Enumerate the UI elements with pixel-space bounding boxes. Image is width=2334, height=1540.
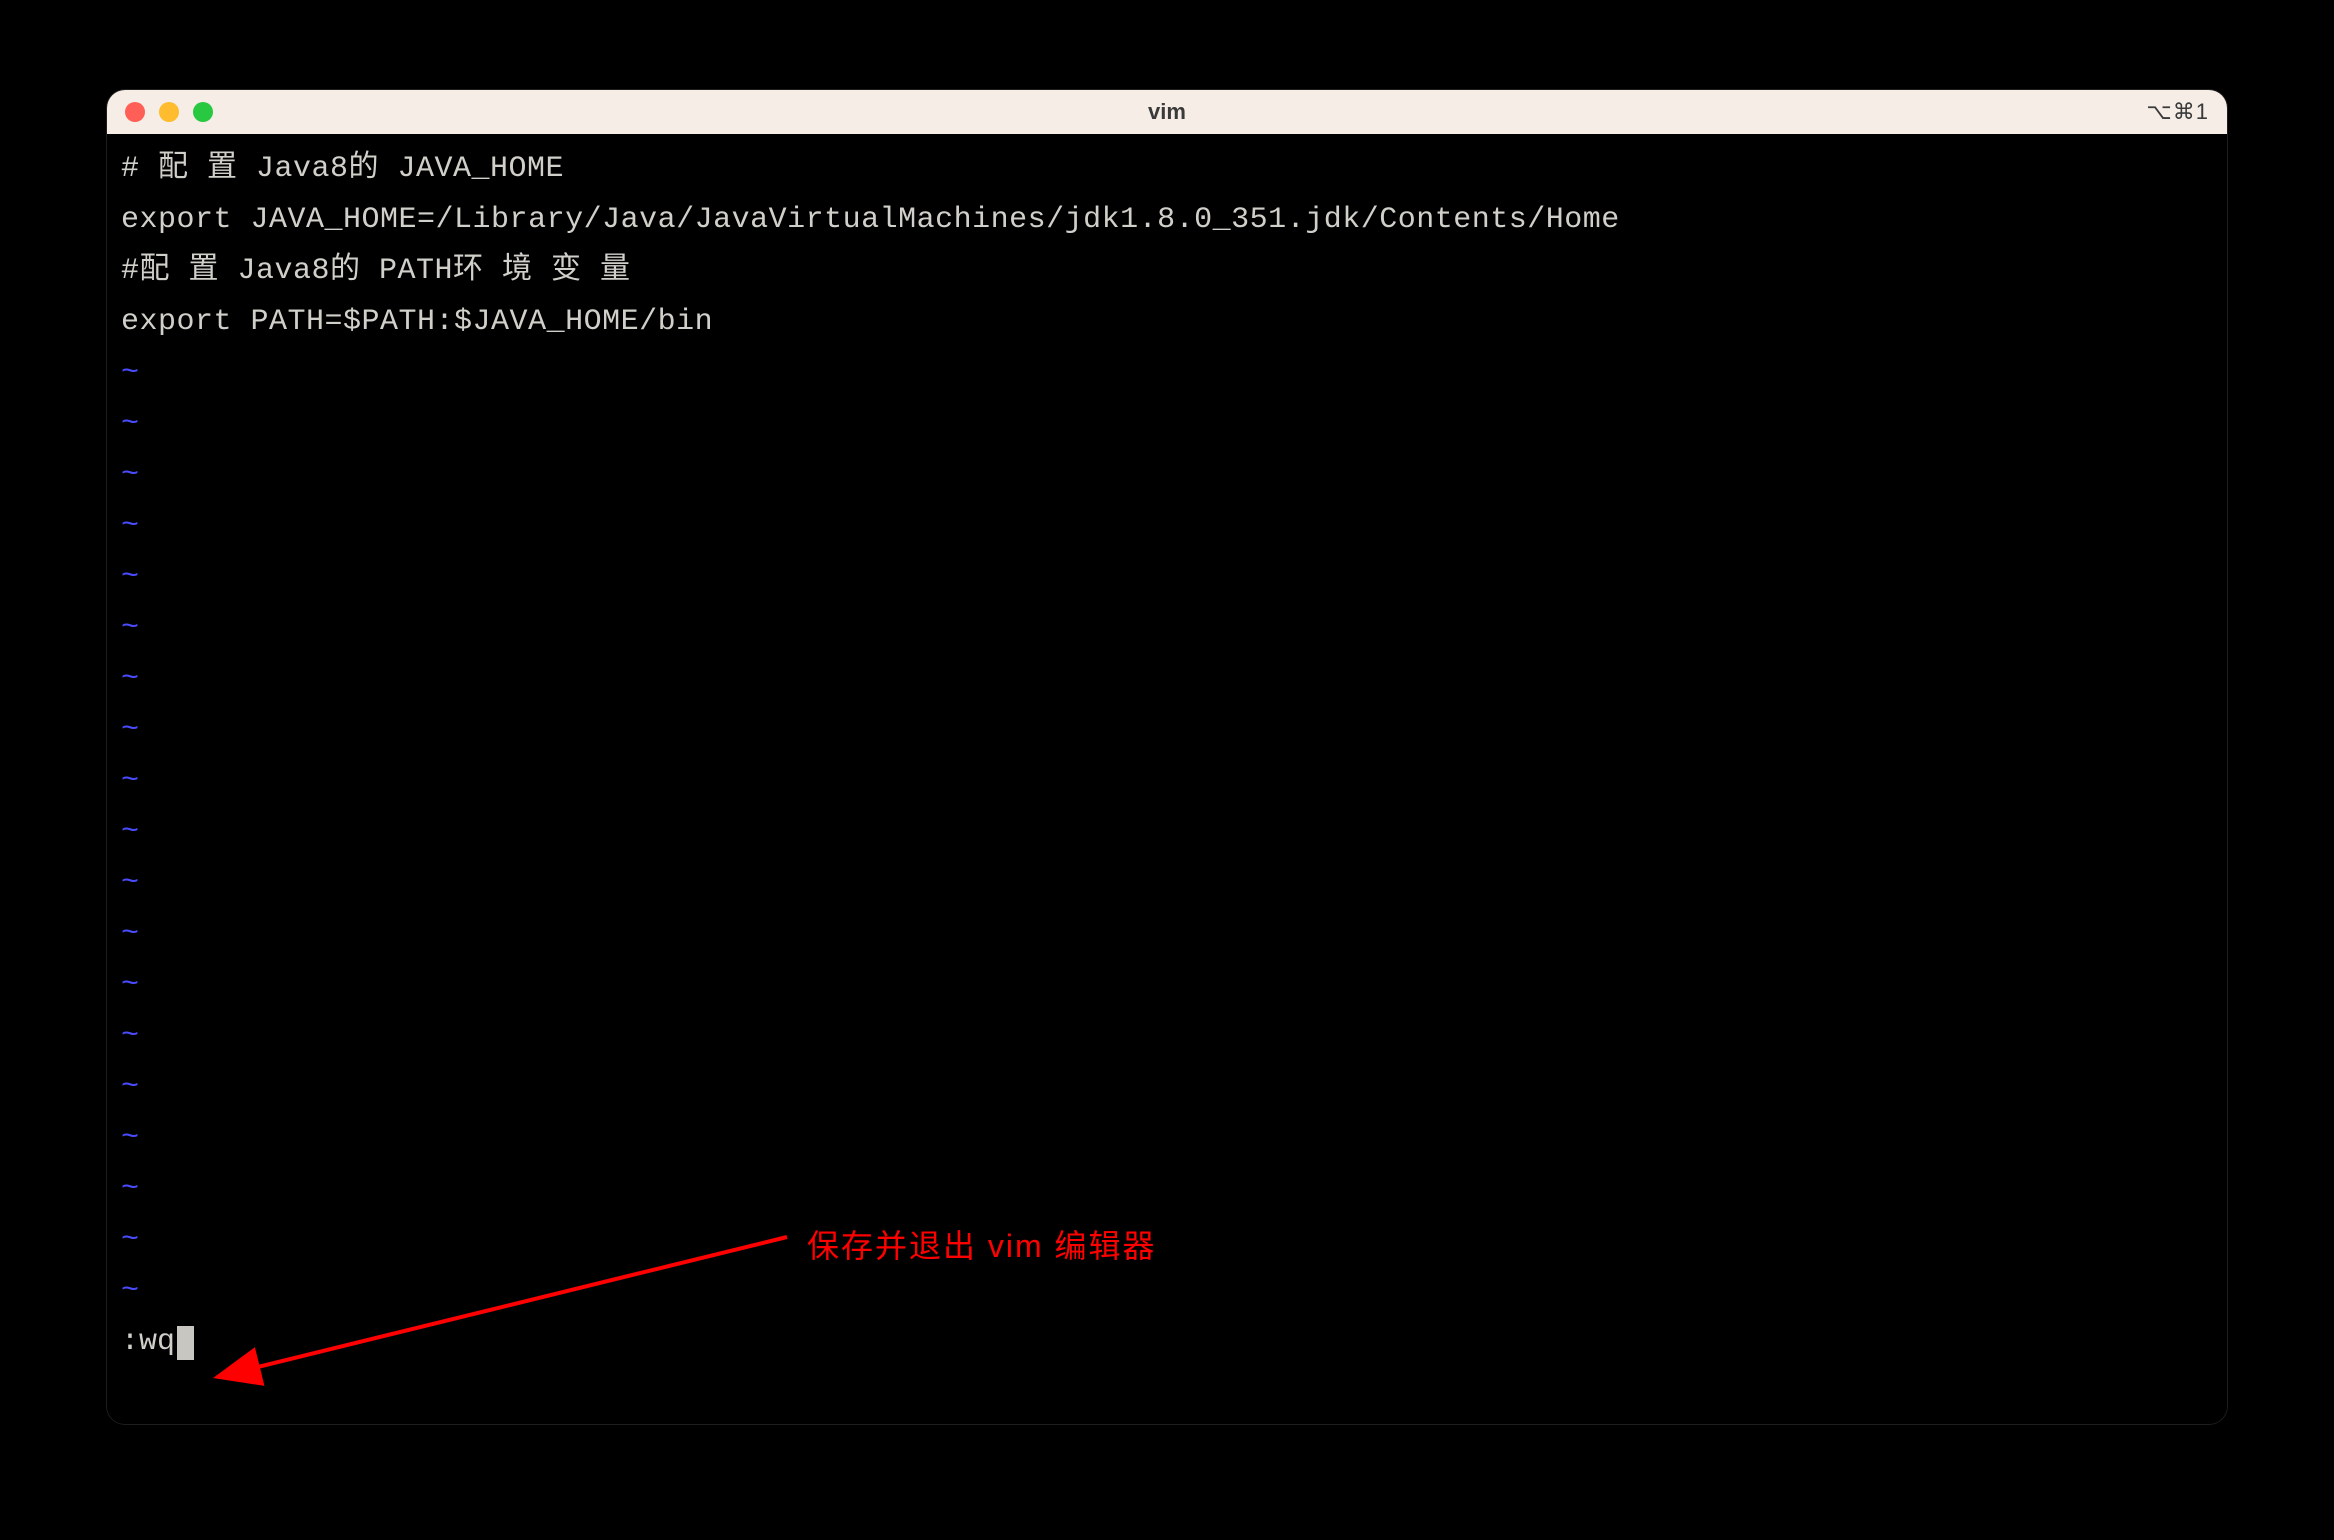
empty-line-tilde: ~	[121, 348, 2213, 399]
empty-line-tilde: ~	[121, 1164, 2213, 1215]
annotation-label: 保存并退出 vim 编辑器	[807, 1219, 1157, 1273]
empty-line-tilde: ~	[121, 858, 2213, 909]
empty-line-tilde: ~	[121, 1215, 2213, 1266]
empty-line-tilde: ~	[121, 1266, 2213, 1317]
empty-line-tilde: ~	[121, 756, 2213, 807]
cursor	[177, 1326, 194, 1360]
empty-line-tilde: ~	[121, 501, 2213, 552]
maximize-button[interactable]	[193, 102, 213, 122]
empty-line-tilde: ~	[121, 603, 2213, 654]
editor-line: export JAVA_HOME=/Library/Java/JavaVirtu…	[121, 195, 2213, 246]
empty-line-tilde: ~	[121, 654, 2213, 705]
close-button[interactable]	[125, 102, 145, 122]
empty-line-tilde: ~	[121, 1062, 2213, 1113]
empty-line-tilde: ~	[121, 450, 2213, 501]
editor-line: export PATH=$PATH:$JAVA_HOME/bin	[121, 297, 2213, 348]
empty-line-tilde: ~	[121, 399, 2213, 450]
minimize-button[interactable]	[159, 102, 179, 122]
editor-line: #配 置 Java8的 PATH环 境 变 量	[121, 246, 2213, 297]
command-line[interactable]: :wq	[121, 1317, 2213, 1368]
empty-line-tilde: ~	[121, 960, 2213, 1011]
empty-line-tilde: ~	[121, 1113, 2213, 1164]
empty-line-tilde: ~	[121, 552, 2213, 603]
terminal-area[interactable]: # 配 置 Java8的 JAVA_HOME export JAVA_HOME=…	[107, 134, 2227, 1424]
empty-line-tilde: ~	[121, 705, 2213, 756]
hotkey-label: ⌥⌘1	[2146, 99, 2209, 125]
terminal-window: vim ⌥⌘1 # 配 置 Java8的 JAVA_HOME export JA…	[107, 90, 2227, 1424]
empty-line-tilde: ~	[121, 807, 2213, 858]
traffic-lights	[125, 102, 213, 122]
window-title: vim	[1148, 99, 1186, 125]
command-text: :wq	[121, 1317, 175, 1368]
editor-line: # 配 置 Java8的 JAVA_HOME	[121, 144, 2213, 195]
empty-line-tilde: ~	[121, 909, 2213, 960]
titlebar: vim ⌥⌘1	[107, 90, 2227, 134]
empty-line-tilde: ~	[121, 1011, 2213, 1062]
